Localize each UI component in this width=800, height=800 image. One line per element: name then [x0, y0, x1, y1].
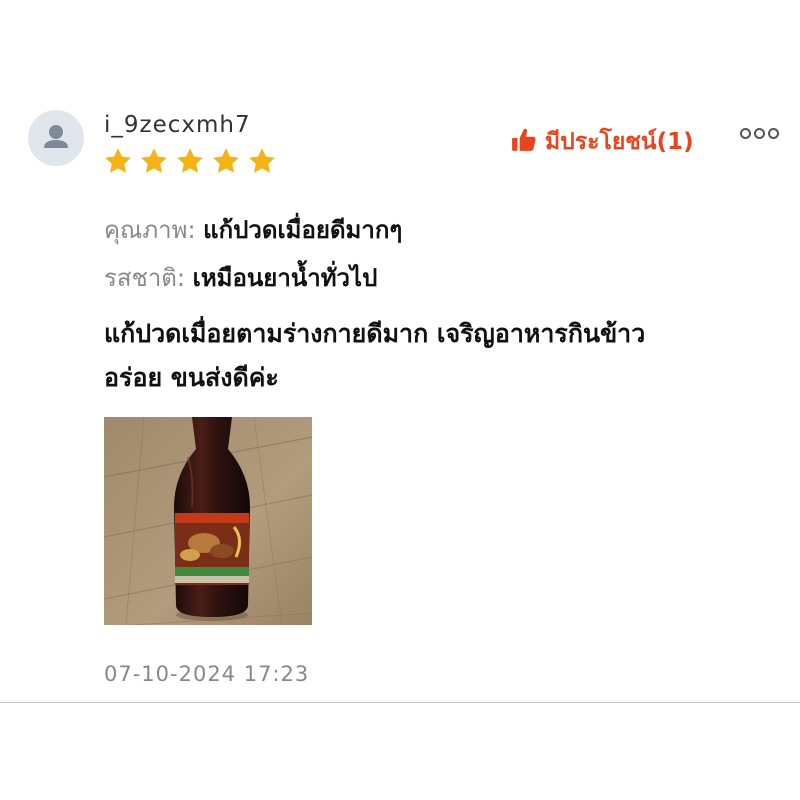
divider: [0, 702, 800, 703]
review-timestamp: 07-10-2024 17:23: [104, 662, 310, 686]
star-icon: [139, 146, 169, 176]
review-text-line: อร่อย ขนส่งดีค่ะ: [104, 363, 279, 392]
star-icon: [103, 146, 133, 176]
attribute-quality: คุณภาพ: แก้ปวดเมื่อยดีมากๆ: [104, 210, 402, 249]
star-icon: [211, 146, 241, 176]
helpful-button[interactable]: มีประโยชน์(1): [511, 124, 694, 160]
review-photo[interactable]: [104, 417, 312, 625]
attribute-label: คุณภาพ:: [104, 216, 196, 244]
thumbs-up-icon: [511, 127, 537, 157]
attribute-taste: รสชาติ: เหมือนยาน้ำทั่วไป: [104, 258, 377, 297]
star-icon: [175, 146, 205, 176]
more-dot: [754, 128, 765, 139]
attribute-value: แก้ปวดเมื่อยดีมากๆ: [203, 216, 403, 244]
user-avatar-icon: [44, 125, 68, 148]
more-dot: [768, 128, 779, 139]
more-options-icon[interactable]: [740, 128, 779, 139]
review-text: แก้ปวดเมื่อยตามร่างกายดีมาก เจริญอาหารกิ…: [104, 312, 764, 400]
star-icon: [247, 146, 277, 176]
medicine-bottle-photo: [104, 417, 312, 625]
reviewer-username[interactable]: i_9zecxmh7: [104, 112, 251, 138]
review-text-line: แก้ปวดเมื่อยตามร่างกายดีมาก เจริญอาหารกิ…: [104, 319, 646, 348]
avatar[interactable]: [28, 110, 84, 166]
attribute-label: รสชาติ:: [104, 264, 185, 292]
helpful-label: มีประโยชน์(1): [545, 129, 694, 155]
rating-stars: [103, 146, 277, 176]
more-dot: [740, 128, 751, 139]
attribute-value: เหมือนยาน้ำทั่วไป: [192, 264, 378, 292]
